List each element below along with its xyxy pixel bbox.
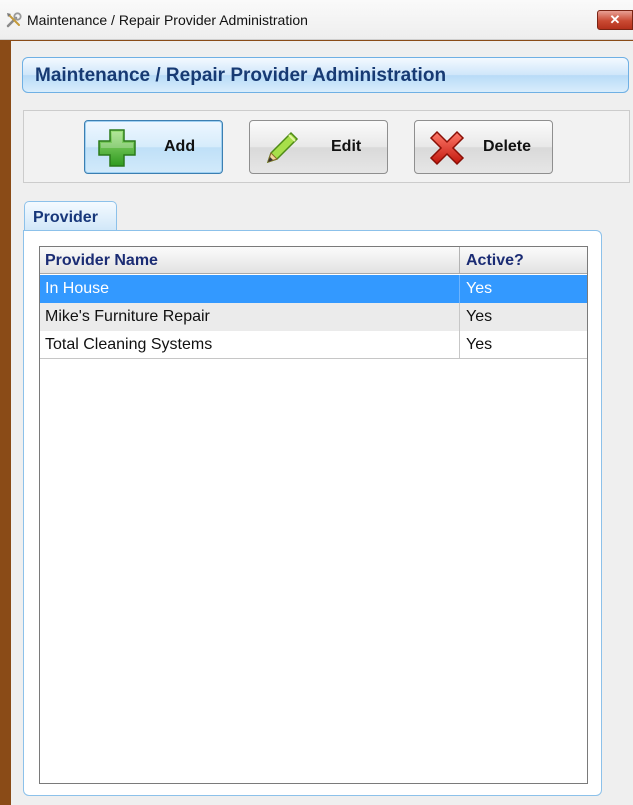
table-row[interactable]: Total Cleaning Systems Yes [40,331,587,359]
provider-grid: Provider Name Active? In House Yes Mike'… [39,246,588,784]
provider-name-cell: Mike's Furniture Repair [40,303,460,331]
provider-tab-panel: Provider Name Active? In House Yes Mike'… [23,230,602,796]
grid-header-row: Provider Name Active? [40,247,587,274]
toolbar: Add Edit Delete [23,110,630,183]
add-button[interactable]: Add [84,120,223,174]
page-title: Maintenance / Repair Provider Administra… [35,65,447,86]
add-button-label: Add [164,138,196,155]
active-cell: Yes [466,336,493,353]
tab-provider-label: Provider [33,209,98,226]
table-row[interactable]: Mike's Furniture Repair Yes [40,303,587,331]
active-cell: Yes [466,308,493,325]
close-icon: ✕ [609,12,621,27]
window-title: Maintenance / Repair Provider Administra… [27,12,308,28]
page-header-banner: Maintenance / Repair Provider Administra… [22,57,629,93]
provider-name-cell: Total Cleaning Systems [40,331,460,358]
delete-button-label: Delete [483,138,532,155]
edit-button[interactable]: Edit [249,120,388,174]
red-x-icon [425,126,469,170]
pencil-icon [260,126,304,170]
column-header-provider-name[interactable]: Provider Name [40,247,460,273]
active-cell: Yes [466,280,493,297]
tab-provider[interactable]: Provider [24,201,117,232]
application-window: Maintenance / Repair Provider Administra… [0,0,633,805]
provider-name-cell: In House [40,275,460,303]
title-bar[interactable]: Maintenance / Repair Provider Administra… [0,0,633,40]
tools-icon [5,11,23,29]
table-row[interactable]: In House Yes [40,275,587,303]
delete-button[interactable]: Delete [414,120,553,174]
column-header-active[interactable]: Active? [460,247,587,273]
close-button[interactable]: ✕ [597,10,633,30]
client-area: Maintenance / Repair Provider Administra… [11,41,633,805]
plus-icon [95,126,139,170]
edit-button-label: Edit [331,138,362,155]
